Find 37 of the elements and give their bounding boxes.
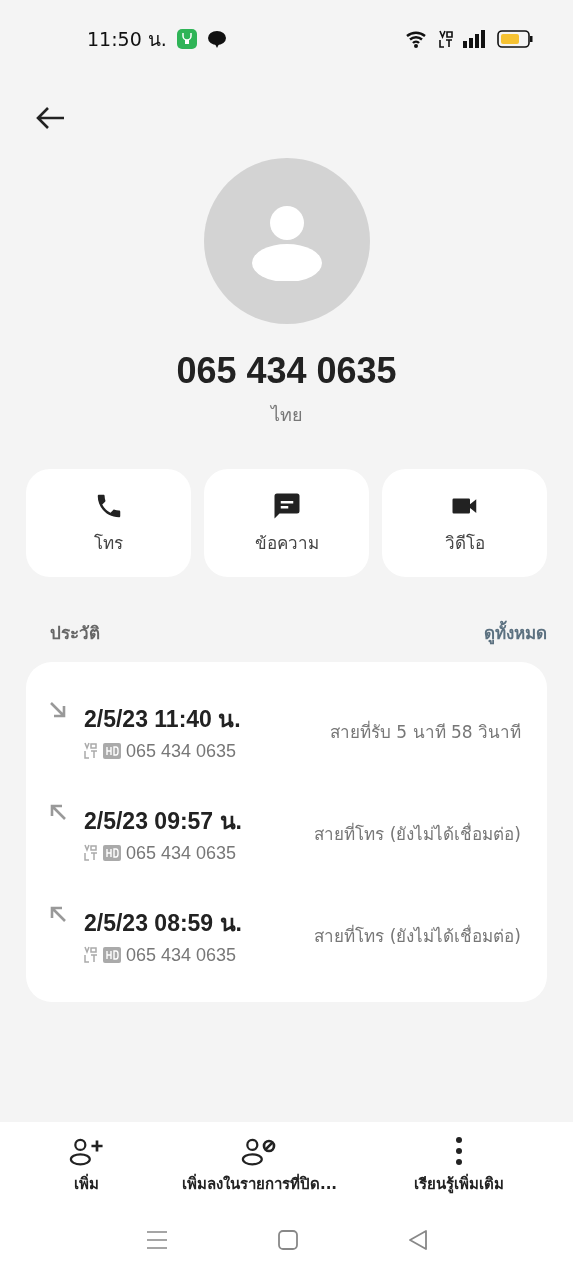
hd-icon (103, 845, 121, 861)
block-button[interactable]: เพิ่มลงในรายการที่ปิด... (181, 1132, 338, 1200)
call-number: 065 434 0635 (126, 944, 237, 966)
volte-icon (84, 742, 98, 760)
video-button[interactable]: วิดีโอ (382, 469, 547, 577)
message-button[interactable]: ข้อความ (204, 469, 369, 577)
view-all-link[interactable]: ดูทั้งหมด (484, 619, 547, 646)
call-datetime: 2/5/23 08:59 น. (84, 908, 242, 938)
volte-icon (84, 844, 98, 862)
volte-icon (84, 946, 98, 964)
call-datetime: 2/5/23 09:57 น. (84, 806, 242, 836)
chat-app-icon (206, 29, 227, 49)
call-number: 065 434 0635 (126, 842, 237, 864)
back-icon[interactable] (407, 1230, 428, 1250)
home-icon[interactable] (277, 1230, 298, 1250)
call-status: สายที่โทร (ยังไม่ได้เชื่อมต่อ) (314, 923, 521, 948)
call-status: สายที่โทร (ยังไม่ได้เชื่อมต่อ) (314, 821, 521, 846)
add-button[interactable]: เพิ่ม (68, 1132, 105, 1200)
call-number: 065 434 0635 (126, 740, 237, 762)
hd-icon (103, 743, 121, 759)
more-button[interactable]: เรียนรู้เพิ่มเติม (414, 1132, 505, 1200)
battery-icon (497, 30, 533, 48)
signal-icon (463, 30, 487, 48)
add-person-icon (68, 1136, 105, 1166)
store-app-icon (176, 29, 197, 49)
call-button[interactable]: โทร (26, 469, 191, 577)
country-label: ไทย (269, 403, 304, 427)
call-datetime: 2/5/23 11:40 น. (84, 704, 241, 734)
status-time: 11:50 น. (87, 27, 167, 52)
volte-icon (439, 29, 453, 49)
block-person-icon (241, 1136, 278, 1166)
more-icon (454, 1136, 465, 1166)
menu-icon[interactable] (145, 1230, 168, 1250)
hd-icon (103, 947, 121, 963)
call-status: สายที่รับ 5 นาที 58 วินาที (329, 719, 521, 744)
history-title: ประวัติ (50, 622, 100, 645)
phone-number: 065 434 0635 (175, 350, 398, 392)
